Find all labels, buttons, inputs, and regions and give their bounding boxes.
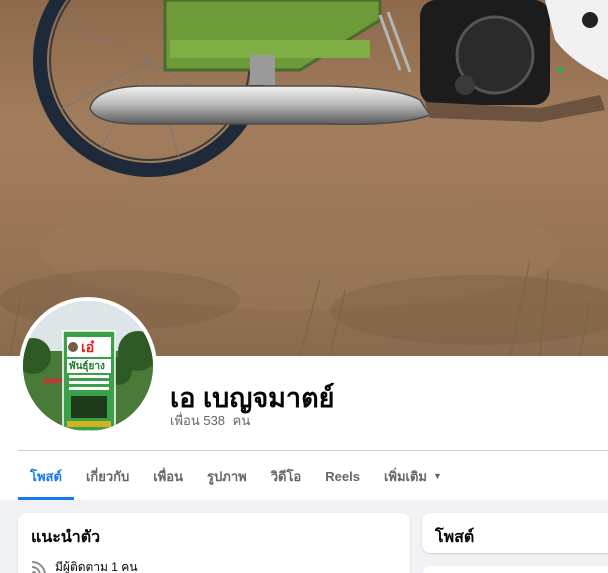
follower-row: มีผู้ติดตาม 1 คน [31,558,138,573]
tab-more-label: เพิ่มเติม [383,468,427,484]
tab-friends-label: เพื่อน [153,468,184,484]
tab-posts-label: โพสต์ [30,468,62,484]
profile-page: เอ๋ พันธุ์ยาง เอ เบญจมาตย์ เพื่อน 538 คน… [0,0,608,573]
friends-label: เพื่อน [170,413,200,428]
friends-unit: คน [232,413,251,428]
caret-down-icon: ▼ [433,471,442,481]
tab-reels-label: Reels [325,468,360,484]
posts-composer-card [422,566,608,573]
tab-friends[interactable]: เพื่อน [141,452,195,500]
intro-card: แนะนำตัว มีผู้ติดตาม 1 คน [18,513,410,573]
tab-photos[interactable]: รูปภาพ [195,452,259,500]
intro-title: แนะนำตัว [31,529,101,546]
tab-about[interactable]: เกี่ยวกับ [74,452,141,500]
tab-more[interactable]: เพิ่มเติม ▼ [372,452,454,500]
avatar-sign-line1: เอ๋ [81,340,95,356]
posts-card: โพสต์ [422,513,608,553]
tab-about-label: เกี่ยวกับ [85,468,130,484]
tab-videos[interactable]: วิดีโอ [259,452,314,500]
header-divider [18,450,608,451]
tab-posts[interactable]: โพสต์ [18,452,74,500]
posts-title: โพสต์ [435,529,475,546]
tab-reels[interactable]: Reels [313,452,372,500]
tab-videos-label: วิดีโอ [270,468,302,484]
avatar-sign-line2: พันธุ์ยาง [69,361,105,372]
avatar-image: เอ๋ พันธุ์ยาง [23,301,153,431]
profile-tabs: โพสต์ เกี่ยวกับ เพื่อน รูปภาพ วิดีโอ Ree… [18,452,454,500]
avatar[interactable]: เอ๋ พันธุ์ยาง [19,297,157,435]
follower-text: มีผู้ติดตาม 1 คน [55,560,138,573]
friends-count[interactable]: เพื่อน 538 คน [170,410,250,431]
tab-photos-label: รูปภาพ [207,468,247,484]
rss-icon [31,560,46,573]
friends-number: 538 [203,413,226,428]
